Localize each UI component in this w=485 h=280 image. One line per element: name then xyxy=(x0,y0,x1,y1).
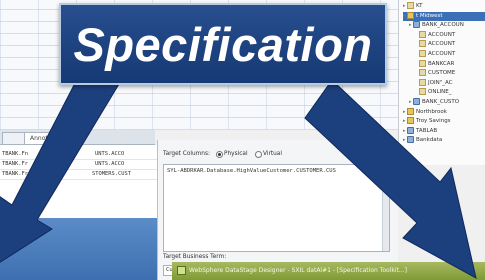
banner-title: Specification xyxy=(73,18,373,71)
right-arrow-icon xyxy=(304,79,477,279)
screenshot: ▸ KT ▸ t Midwest ▸ BANK_ACCOUN ACCOUNT ACCOUNT A… xyxy=(0,0,485,280)
left-arrow-icon xyxy=(0,57,123,263)
specification-banner: Specification xyxy=(59,3,387,85)
